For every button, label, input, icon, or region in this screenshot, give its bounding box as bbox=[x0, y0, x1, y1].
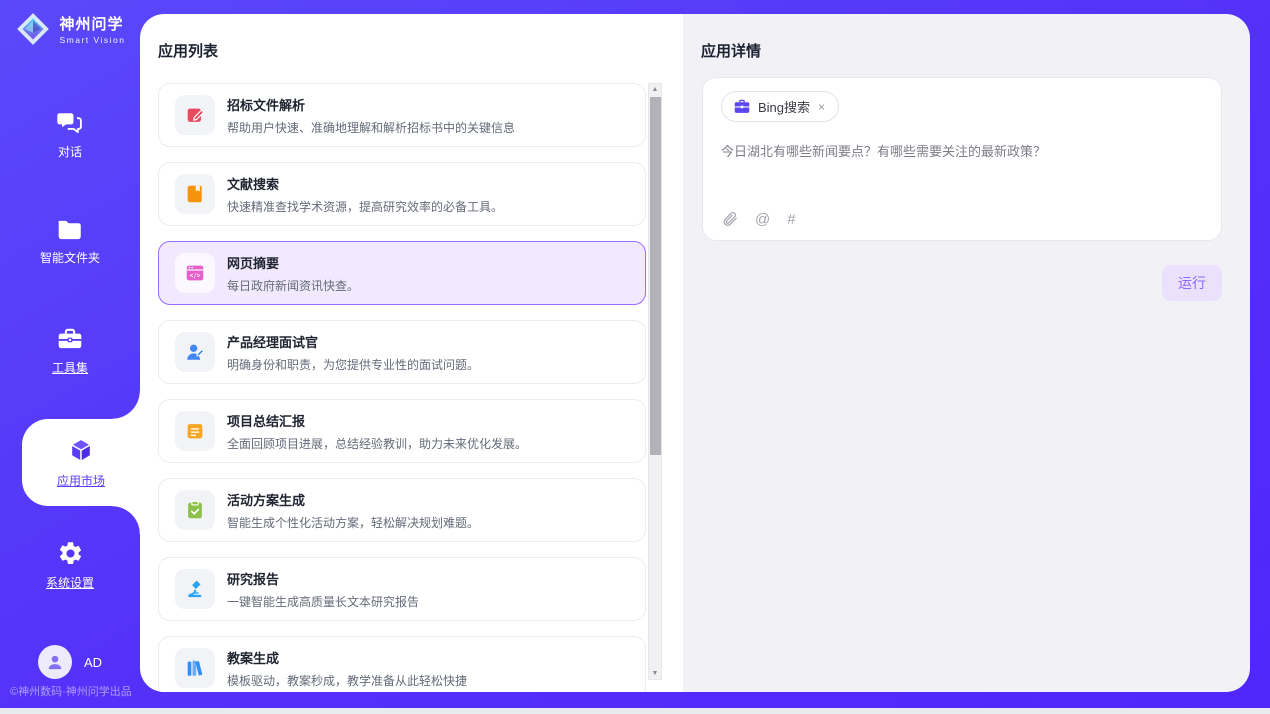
sidebar-item-app-market[interactable]: 应用市场 bbox=[22, 419, 140, 506]
app-icon-tile bbox=[175, 174, 215, 214]
web-code-icon: </> bbox=[184, 262, 206, 284]
chat-icon bbox=[56, 110, 84, 136]
toolbox-icon bbox=[56, 326, 84, 352]
prompt-input[interactable]: 今日湖北有哪些新闻要点？有哪些需要关注的最新政策？ bbox=[721, 142, 1203, 210]
books-icon bbox=[184, 657, 206, 679]
book-icon bbox=[184, 183, 206, 205]
microscope-icon bbox=[184, 578, 206, 600]
close-icon[interactable]: × bbox=[817, 100, 826, 114]
scrollbar[interactable]: ▲ ▼ bbox=[648, 83, 662, 680]
sidebar-item-chat[interactable]: 对话 bbox=[0, 110, 140, 160]
app-card-name: 教案生成 bbox=[227, 648, 467, 667]
brand-name: 神州问学 bbox=[59, 13, 125, 34]
app-icon-tile bbox=[175, 332, 215, 372]
brand-subtitle: Smart Vision bbox=[59, 35, 125, 45]
content-area: 应用列表 招标文件解析 帮助用户快速、准确地理解和解析招标书中的关键信息 文献搜… bbox=[140, 14, 1250, 692]
app-icon-tile bbox=[175, 411, 215, 451]
app-card-desc: 全面回顾项目进展，总结经验教训，助力未来优化发展。 bbox=[227, 435, 527, 452]
app-card-name: 活动方案生成 bbox=[227, 490, 479, 509]
person-icon bbox=[45, 652, 65, 672]
app-card-name: 项目总结汇报 bbox=[227, 411, 527, 430]
app-card-desc: 模板驱动，教案秒成，教学准备从此轻松快捷 bbox=[227, 672, 467, 689]
app-card-name: 文献搜索 bbox=[227, 174, 503, 193]
app-card-name: 产品经理面试官 bbox=[227, 332, 479, 351]
folder-icon bbox=[56, 218, 84, 242]
app-frame: 神州问学 Smart Vision 对话 智能文件夹 工具集 bbox=[0, 0, 1270, 708]
interviewer-icon bbox=[184, 341, 206, 363]
app-card[interactable]: 项目总结汇报 全面回顾项目进展，总结经验教训，助力未来优化发展。 bbox=[158, 399, 646, 463]
gear-icon bbox=[57, 540, 84, 567]
sidebar-item-label: 系统设置 bbox=[46, 574, 94, 591]
cube-icon bbox=[66, 436, 96, 466]
brand-logo: 神州问学 Smart Vision bbox=[0, 10, 140, 48]
tool-chip-label: Bing搜索 bbox=[758, 97, 810, 116]
app-card-desc: 帮助用户快速、准确地理解和解析招标书中的关键信息 bbox=[227, 119, 515, 136]
app-detail-title: 应用详情 bbox=[683, 14, 1250, 61]
app-card-desc: 每日政府新闻资讯快查。 bbox=[227, 277, 359, 294]
edit-doc-icon bbox=[184, 104, 206, 126]
avatar bbox=[38, 645, 72, 679]
attachment-toolbar: @ # bbox=[721, 210, 1203, 228]
run-button[interactable]: 运行 bbox=[1162, 265, 1222, 301]
sidebar-item-label: 对话 bbox=[58, 143, 82, 160]
tool-chip-bing-search[interactable]: Bing搜索 × bbox=[721, 91, 839, 122]
sidebar-item-label: 应用市场 bbox=[57, 472, 105, 489]
app-card-name: 网页摘要 bbox=[227, 253, 359, 272]
app-card-name: 招标文件解析 bbox=[227, 95, 515, 114]
app-icon-tile: </> bbox=[175, 253, 215, 293]
scroll-down-icon[interactable]: ▼ bbox=[649, 670, 661, 677]
sidebar-item-label: 工具集 bbox=[52, 359, 88, 376]
app-card[interactable]: 教案生成 模板驱动，教案秒成，教学准备从此轻松快捷 bbox=[158, 636, 646, 692]
app-icon-tile bbox=[175, 95, 215, 135]
app-card[interactable]: 产品经理面试官 明确身份和职责，为您提供专业性的面试问题。 bbox=[158, 320, 646, 384]
app-icon-tile bbox=[175, 648, 215, 688]
briefcase-icon bbox=[733, 99, 751, 115]
app-icon-tile bbox=[175, 569, 215, 609]
app-list-panel: 应用列表 招标文件解析 帮助用户快速、准确地理解和解析招标书中的关键信息 文献搜… bbox=[140, 14, 683, 692]
app-card-desc: 一键智能生成高质量长文本研究报告 bbox=[227, 593, 419, 610]
sidebar: 神州问学 Smart Vision 对话 智能文件夹 工具集 bbox=[0, 0, 140, 708]
app-list: 招标文件解析 帮助用户快速、准确地理解和解析招标书中的关键信息 文献搜索 快速精… bbox=[140, 82, 683, 692]
copyright-text: ©神州数码·神州问学出品 bbox=[0, 683, 150, 699]
clipboard-check-icon bbox=[184, 499, 206, 521]
hash-icon[interactable]: # bbox=[787, 211, 795, 228]
app-detail-panel: 应用详情 Bing搜索 × 今日湖北有哪些新闻要点？有哪些需要关注的最新政策？ … bbox=[683, 14, 1250, 692]
app-list-title: 应用列表 bbox=[140, 14, 683, 61]
app-card[interactable]: 活动方案生成 智能生成个性化活动方案，轻松解决规划难题。 bbox=[158, 478, 646, 542]
app-card[interactable]: 研究报告 一键智能生成高质量长文本研究报告 bbox=[158, 557, 646, 621]
app-icon-tile bbox=[175, 490, 215, 530]
svg-text:</>: </> bbox=[190, 273, 201, 280]
app-card[interactable]: </> 网页摘要 每日政府新闻资讯快查。 bbox=[158, 241, 646, 305]
user-account[interactable]: AD bbox=[0, 645, 140, 679]
app-card-desc: 明确身份和职责，为您提供专业性的面试问题。 bbox=[227, 356, 479, 373]
app-card[interactable]: 文献搜索 快速精准查找学术资源，提高研究效率的必备工具。 bbox=[158, 162, 646, 226]
sidebar-item-settings[interactable]: 系统设置 bbox=[0, 540, 140, 591]
sidebar-item-label: 智能文件夹 bbox=[40, 249, 100, 266]
paperclip-icon[interactable] bbox=[721, 210, 738, 228]
scroll-up-icon[interactable]: ▲ bbox=[649, 86, 661, 93]
user-name: AD bbox=[84, 655, 102, 670]
app-card-desc: 快速精准查找学术资源，提高研究效率的必备工具。 bbox=[227, 198, 503, 215]
at-icon[interactable]: @ bbox=[755, 211, 770, 228]
app-card[interactable]: 招标文件解析 帮助用户快速、准确地理解和解析招标书中的关键信息 bbox=[158, 83, 646, 147]
brand-diamond-icon bbox=[14, 10, 52, 48]
app-card-name: 研究报告 bbox=[227, 569, 419, 588]
app-card-desc: 智能生成个性化活动方案，轻松解决规划难题。 bbox=[227, 514, 479, 531]
sidebar-item-toolset[interactable]: 工具集 bbox=[0, 326, 140, 376]
prompt-card: Bing搜索 × 今日湖北有哪些新闻要点？有哪些需要关注的最新政策？ @ # bbox=[702, 77, 1222, 241]
scrollbar-thumb[interactable] bbox=[650, 97, 661, 455]
sidebar-item-smart-folder[interactable]: 智能文件夹 bbox=[0, 218, 140, 266]
summary-note-icon bbox=[184, 420, 206, 442]
